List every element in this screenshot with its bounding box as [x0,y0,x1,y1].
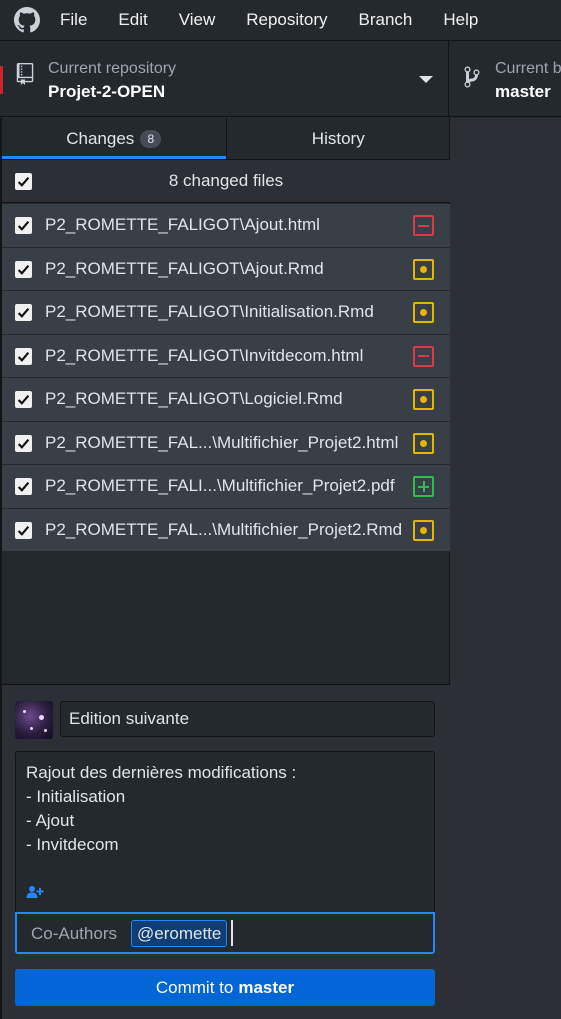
checkmark-icon [17,482,30,492]
coauthors-input[interactable]: Co-Authors @eromette [15,912,435,954]
changed-files-list: P2_ROMETTE_FALIGOT\Ajout.html P2_ROMETTE… [2,204,450,552]
file-deleted-icon [413,215,434,236]
branch-icon [464,65,480,89]
file-modified-icon [413,389,434,410]
changed-files-count: 8 changed files [168,171,284,190]
menu-help[interactable]: Help [443,10,478,30]
checkmark-icon [17,264,30,275]
file-path: P2_ROMETTE_FAL...\Multifichier_Projet2.R… [45,519,403,539]
file-row[interactable]: P2_ROMETTE_FALI...\Multifichier_Projet2.… [2,465,450,509]
current-repository-button[interactable]: Current repository Projet-2-OPEN [0,41,449,117]
file-added-icon [413,476,434,497]
file-checkbox[interactable] [15,347,32,365]
repo-icon [16,63,34,85]
github-logo-icon [14,7,40,33]
file-row[interactable]: P2_ROMETTE_FALIGOT\Ajout.Rmd [2,247,450,291]
branch-name: master [495,82,551,101]
menu-view[interactable]: View [179,10,216,30]
repo-accent-bar [0,66,3,94]
commit-button-label: Commit to [155,977,234,997]
tab-changes-label: Changes [66,128,135,148]
checkmark-icon [17,221,30,231]
file-path: P2_ROMETTE_FALIGOT\Initialisation.Rmd [45,302,374,322]
checkmark-icon [17,177,30,187]
file-checkbox[interactable] [15,521,32,539]
file-checkbox[interactable] [15,391,32,408]
select-all-checkbox[interactable] [15,173,32,190]
file-checkbox[interactable] [15,434,32,452]
changed-files-header: 8 changed files [2,160,450,203]
file-path: P2_ROMETTE_FALIGOT\Ajout.Rmd [45,258,324,278]
file-checkbox[interactable] [15,478,32,495]
commit-panel: Rajout des dernières modifications : - I… [2,684,450,1019]
file-modified-icon [413,432,434,454]
diff-pane [450,118,561,1019]
commit-description-input[interactable]: Rajout des dernières modifications : - I… [15,751,435,913]
file-path: P2_ROMETTE_FALIGOT\Invitdecom.html [45,345,364,365]
file-checkbox[interactable] [15,304,32,321]
tab-history[interactable]: History [225,118,451,159]
changes-count-badge: 8 [140,129,162,148]
file-row[interactable]: P2_ROMETTE_FALIGOT\Invitdecom.html [2,334,450,378]
file-row[interactable]: P2_ROMETTE_FALIGOT\Logiciel.Rmd [2,378,450,422]
file-row[interactable]: P2_ROMETTE_FAL...\Multifichier_Projet2.R… [2,508,450,552]
sidebar-tabs: Changes 8 History [2,118,450,160]
repo-name: Projet-2-OPEN [48,82,166,101]
commit-button-branch: master [238,977,295,997]
repo-label: Current repository [48,60,177,77]
branch-label: Current branch [495,60,561,77]
description-line: Rajout des dernières modifications : [26,763,297,782]
file-checkbox[interactable] [15,217,32,234]
checkmark-icon [17,351,30,362]
tab-changes[interactable]: Changes 8 [2,118,226,159]
current-branch-button[interactable]: Current branch master [450,41,561,117]
file-modified-icon [413,519,434,541]
checkmark-icon [17,438,30,449]
add-coauthor-icon[interactable] [26,885,44,899]
avatar [15,701,53,739]
checkmark-icon [17,525,30,536]
description-line: - Ajout [26,811,75,830]
commit-button[interactable]: Commit to master [15,969,435,1006]
commit-summary-input[interactable] [60,701,435,737]
chevron-down-icon [419,76,433,83]
file-modified-icon [413,258,434,280]
description-line: - Initialisation [26,787,126,806]
checkmark-icon [17,308,30,318]
tab-history-label: History [311,128,365,148]
file-row[interactable]: P2_ROMETTE_FAL...\Multifichier_Projet2.h… [2,421,450,465]
file-path: P2_ROMETTE_FAL...\Multifichier_Projet2.h… [45,432,399,452]
description-line: - Invitdecom [26,835,119,854]
file-modified-icon [413,302,434,323]
file-deleted-icon [413,345,434,367]
coauthor-tag[interactable]: @eromette [131,920,228,947]
file-path: P2_ROMETTE_FALIGOT\Ajout.html [45,215,320,235]
menu-repository[interactable]: Repository [246,10,327,30]
file-row[interactable]: P2_ROMETTE_FALIGOT\Initialisation.Rmd [2,291,450,335]
changes-sidebar: Changes 8 History 8 changed files P2_ROM… [0,118,450,1019]
coauthors-label: Co-Authors [31,924,117,943]
file-path: P2_ROMETTE_FALI...\Multifichier_Projet2.… [45,476,395,496]
menu-branch[interactable]: Branch [359,10,413,30]
menu-file[interactable]: File [60,10,87,30]
toolbar: Current repository Projet-2-OPEN Current… [0,40,561,117]
menu-bar: File Edit View Repository Branch Help [0,0,561,40]
file-checkbox[interactable] [15,260,32,278]
text-cursor [231,920,233,946]
file-row[interactable]: P2_ROMETTE_FALIGOT\Ajout.html [2,204,450,248]
checkmark-icon [17,395,30,405]
file-path: P2_ROMETTE_FALIGOT\Logiciel.Rmd [45,389,343,409]
menu-edit[interactable]: Edit [118,10,147,30]
